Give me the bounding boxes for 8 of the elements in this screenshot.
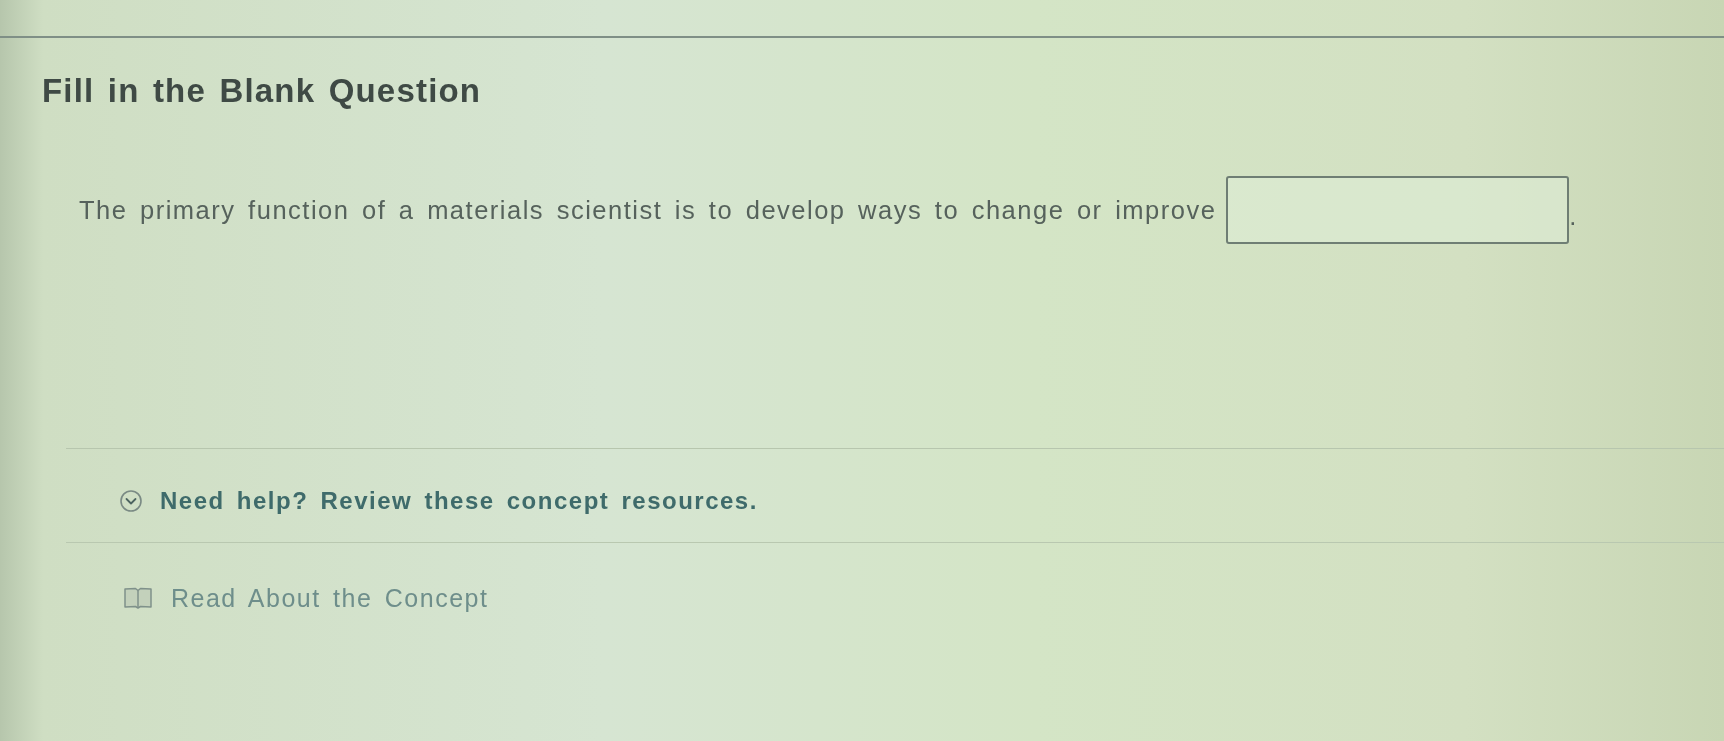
read-concept-link[interactable]: Read About the Concept bbox=[124, 583, 489, 613]
question-text: The primary function of a materials scientist is to develop ways to change or improve bbox=[79, 195, 1217, 225]
answer-box[interactable] bbox=[1226, 176, 1570, 244]
book-icon bbox=[124, 587, 152, 609]
chevron-down-icon bbox=[120, 489, 142, 512]
question-title: Fill in the Blank Question bbox=[42, 72, 482, 110]
question-text: . bbox=[1569, 201, 1577, 231]
concept-help-toggle[interactable]: Need help? Review these concept resources. bbox=[120, 486, 758, 515]
